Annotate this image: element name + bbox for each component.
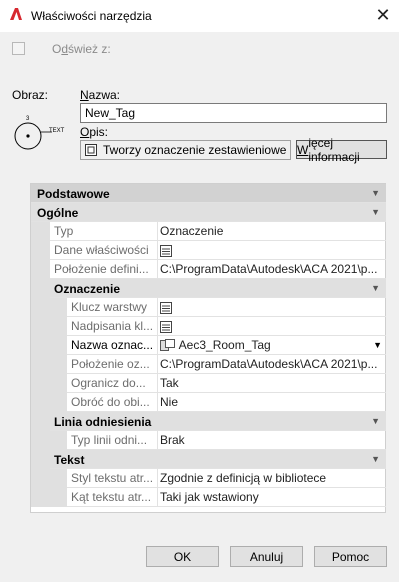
section-tag[interactable]: Oznaczenie ▼	[31, 279, 386, 298]
property-row[interactable]: Ogranicz do... Tak	[31, 374, 386, 393]
cancel-button[interactable]: Anuluj	[230, 546, 303, 567]
chevron-down-icon[interactable]: ▼	[373, 340, 382, 350]
schedule-tag-icon	[85, 144, 97, 156]
properties-grid: Podstawowe ▼ Ogólne ▼ Typ Oznaczenie Dane …	[30, 183, 386, 513]
list-icon[interactable]	[160, 320, 172, 333]
name-input[interactable]	[80, 103, 387, 123]
refresh-checkbox[interactable]	[12, 42, 25, 55]
property-row[interactable]: Nadpisania kl...	[31, 317, 386, 336]
property-row[interactable]: Położenie defini... C:\ProgramData\Autod…	[31, 260, 386, 279]
section-general[interactable]: Ogólne ▼	[31, 203, 386, 222]
description-value: Tworzy oznaczenie zestawieniowe	[103, 143, 287, 157]
close-icon[interactable]: ✕	[372, 4, 394, 26]
property-row[interactable]: Dane właściwości	[31, 241, 386, 260]
list-icon[interactable]	[160, 244, 172, 257]
property-row[interactable]: Nazwa oznac... Aec3_Room_Tag ▼	[31, 336, 386, 355]
list-icon[interactable]	[160, 301, 172, 314]
refresh-label: Odśwież z:	[52, 42, 111, 56]
description-field[interactable]: Tworzy oznaczenie zestawieniowe	[80, 140, 291, 160]
collapse-icon[interactable]: ▼	[371, 454, 380, 464]
name-label: Nazwa:	[80, 88, 121, 102]
description-label: Opis:	[80, 125, 109, 139]
window-title: Właściwości narzędzia	[31, 9, 152, 23]
property-row[interactable]: Styl tekstu atr... Zgodnie z definicją w…	[31, 469, 386, 488]
tag-preview-image: 3 TEXT	[14, 116, 65, 150]
more-info-button[interactable]: Więcej informacji	[296, 136, 387, 164]
section-basic[interactable]: Podstawowe ▼	[31, 184, 386, 203]
collapse-icon[interactable]: ▼	[371, 283, 380, 293]
image-label: Obraz:	[12, 88, 49, 102]
collapse-icon[interactable]: ▼	[371, 207, 380, 217]
property-row[interactable]: Obróć do obi... Nie	[31, 393, 386, 412]
property-row[interactable]: Położenie oz... C:\ProgramData\Autodesk\…	[31, 355, 386, 374]
section-leader[interactable]: Linia odniesienia ▼	[31, 412, 386, 431]
block-icon	[160, 339, 175, 352]
tag-number: 3	[26, 116, 30, 122]
property-row[interactable]: Typ Oznaczenie	[31, 222, 386, 241]
section-text[interactable]: Tekst ▼	[31, 450, 386, 469]
ok-button[interactable]: OK	[146, 546, 219, 567]
tag-name-dropdown[interactable]: Aec3_Room_Tag	[160, 338, 385, 353]
property-row[interactable]: Kąt tekstu atr... Taki jak wstawiony	[31, 488, 386, 507]
collapse-icon[interactable]: ▼	[371, 188, 380, 198]
property-row[interactable]: Typ linii odni... Brak	[31, 431, 386, 450]
title-bar: Właściwości narzędzia ✕	[0, 0, 399, 32]
collapse-icon[interactable]: ▼	[371, 416, 380, 426]
autocad-a-icon	[10, 8, 22, 20]
tag-caption: TEXT	[49, 128, 65, 134]
help-button[interactable]: Pomoc	[314, 546, 387, 567]
property-row[interactable]: Klucz warstwy	[31, 298, 386, 317]
